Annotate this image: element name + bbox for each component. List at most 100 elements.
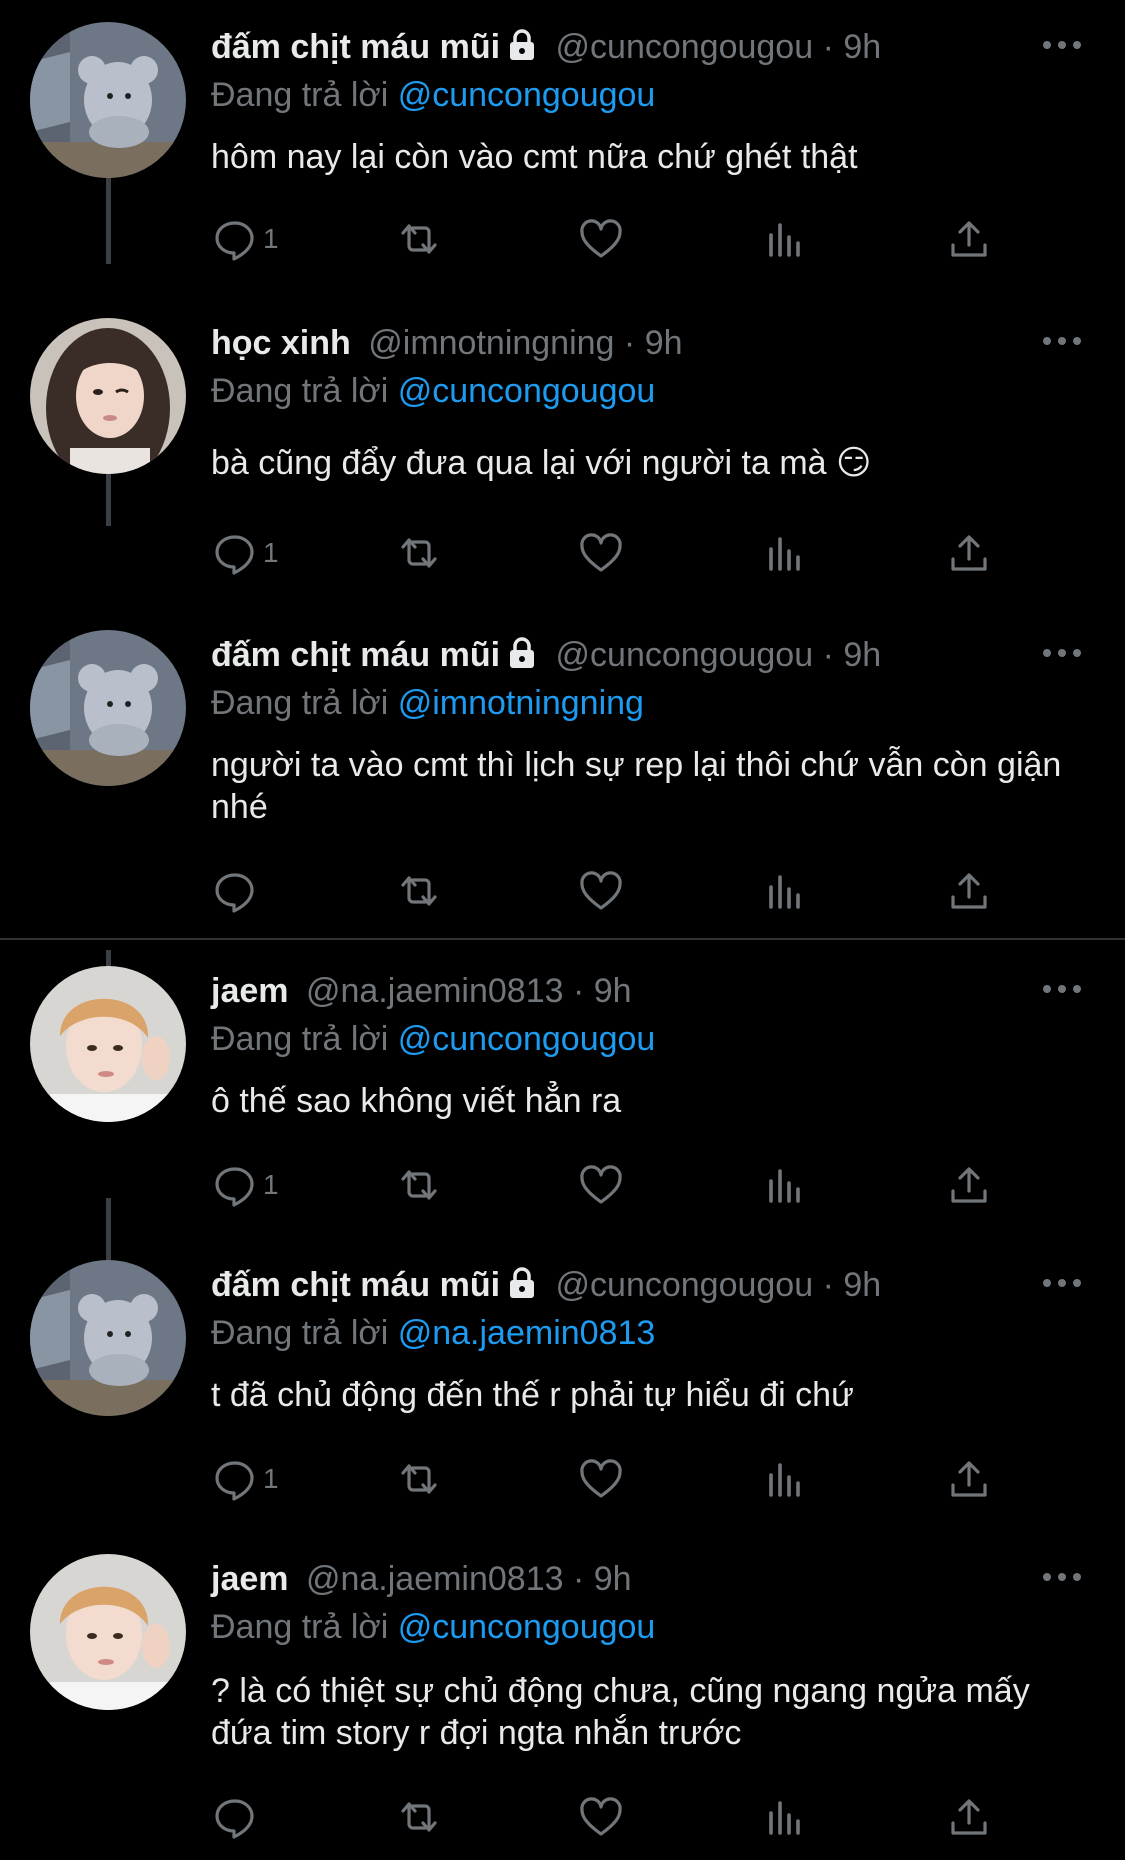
timestamp[interactable]: 9h (594, 1560, 632, 1598)
share-button[interactable] (945, 1160, 993, 1210)
tweet-text: hôm nay lại còn vào cmt nữa chứ ghét thậ… (211, 138, 858, 176)
like-button[interactable] (577, 866, 625, 916)
plush-bear-avatar-image (30, 22, 186, 178)
replying-to-label: Đang trả lời (211, 1020, 389, 1058)
retweet-icon (401, 876, 437, 906)
share-icon (951, 1167, 987, 1203)
timestamp[interactable]: 9h (594, 972, 632, 1010)
tweet-header: đấm chịt máu mũi @cuncongougou · 9h (211, 26, 1015, 68)
separator: · (822, 1266, 834, 1304)
separator: · (623, 324, 636, 362)
analytics-button[interactable] (761, 866, 809, 916)
heart-icon (580, 533, 622, 572)
share-button[interactable] (945, 528, 993, 578)
timestamp[interactable]: 9h (645, 324, 683, 362)
analytics-button[interactable] (761, 214, 809, 264)
analytics-icon (769, 1801, 800, 1835)
mention-link[interactable]: @cuncongougou (398, 76, 656, 114)
reply-count: 1 (263, 537, 279, 568)
retweet-button[interactable] (395, 1792, 443, 1842)
reply-button[interactable]: 1 (211, 1160, 279, 1210)
share-icon (951, 221, 987, 257)
separator: · (822, 28, 834, 66)
action-bar: 1 (211, 1454, 1001, 1504)
handle[interactable]: @na.jaemin0813 (306, 1560, 564, 1598)
retweet-button[interactable] (395, 1454, 443, 1504)
retweet-icon (401, 1170, 437, 1200)
handle[interactable]: @imnotningning (368, 324, 614, 362)
like-button[interactable] (577, 214, 625, 264)
replying-to-label: Đang trả lời (211, 76, 389, 114)
display-name[interactable]: đấm chịt máu mũi (211, 636, 500, 674)
tweet-header: học xinh @imnotningning · 9h (211, 322, 1015, 364)
timestamp[interactable]: 9h (843, 28, 881, 66)
reply-icon (215, 1799, 254, 1839)
retweet-button[interactable] (395, 528, 443, 578)
action-bar: 1 (211, 1160, 1001, 1210)
replying-to: Đang trả lời @imnotningning (211, 682, 644, 724)
display-name[interactable]: jaem (211, 1560, 289, 1598)
analytics-button[interactable] (761, 1792, 809, 1842)
handle[interactable]: @na.jaemin0813 (306, 972, 564, 1010)
timestamp[interactable]: 9h (843, 1266, 881, 1304)
avatar[interactable] (30, 630, 186, 786)
analytics-button[interactable] (761, 1454, 809, 1504)
share-button[interactable] (945, 866, 993, 916)
avatar[interactable] (30, 318, 186, 474)
reply-button[interactable]: 1 (211, 1454, 279, 1504)
more-options-icon[interactable] (1039, 30, 1085, 60)
replying-to-label: Đang trả lời (211, 372, 389, 410)
display-name[interactable]: đấm chịt máu mũi (211, 28, 500, 66)
reply-button[interactable]: 1 (211, 214, 279, 264)
analytics-button[interactable] (761, 528, 809, 578)
like-button[interactable] (577, 528, 625, 578)
analytics-icon (769, 537, 800, 571)
more-options-icon[interactable] (1039, 326, 1085, 356)
handle[interactable]: @cuncongougou (556, 28, 814, 66)
reply-button[interactable]: 1 (211, 528, 279, 578)
display-name[interactable]: jaem (211, 972, 289, 1010)
reply-button[interactable] (211, 1792, 259, 1842)
handle[interactable]: @cuncongougou (556, 1266, 814, 1304)
like-button[interactable] (577, 1454, 625, 1504)
more-options-icon[interactable] (1039, 638, 1085, 668)
plush-bear-avatar-image (30, 630, 186, 786)
action-bar (211, 1792, 1001, 1842)
display-name[interactable]: học xinh (211, 324, 351, 362)
mention-link[interactable]: @cuncongougou (398, 1608, 656, 1646)
share-button[interactable] (945, 1454, 993, 1504)
reply-icon (215, 535, 254, 575)
avatar[interactable] (30, 1554, 186, 1710)
retweet-button[interactable] (395, 214, 443, 264)
mention-link[interactable]: @cuncongougou (398, 372, 656, 410)
avatar[interactable] (30, 1260, 186, 1416)
display-name[interactable]: đấm chịt máu mũi (211, 1266, 500, 1304)
replying-to: Đang trả lời @cuncongougou (211, 1606, 655, 1648)
retweet-button[interactable] (395, 1160, 443, 1210)
like-button[interactable] (577, 1160, 625, 1210)
retweet-button[interactable] (395, 866, 443, 916)
share-button[interactable] (945, 214, 993, 264)
mention-link[interactable]: @imnotningning (398, 684, 644, 722)
more-options-icon[interactable] (1039, 974, 1085, 1004)
timestamp[interactable]: 9h (843, 636, 881, 674)
mention-link[interactable]: @na.jaemin0813 (398, 1314, 656, 1352)
like-button[interactable] (577, 1792, 625, 1842)
analytics-icon (769, 1463, 800, 1497)
reply-button[interactable] (211, 866, 259, 916)
avatar[interactable] (30, 22, 186, 178)
share-button[interactable] (945, 1792, 993, 1842)
lock-icon (510, 637, 535, 668)
analytics-button[interactable] (761, 1160, 809, 1210)
share-icon (951, 1799, 987, 1835)
mention-link[interactable]: @cuncongougou (398, 1020, 656, 1058)
more-options-icon[interactable] (1039, 1562, 1085, 1592)
handle[interactable]: @cuncongougou (556, 636, 814, 674)
avatar[interactable] (30, 966, 186, 1122)
analytics-icon (769, 1169, 800, 1203)
retweet-icon (401, 538, 437, 568)
retweet-icon (401, 224, 437, 254)
tweet-text: ? là có thiệt sự chủ động chưa, cũng nga… (211, 1672, 1040, 1752)
separator: · (822, 636, 834, 674)
more-options-icon[interactable] (1039, 1268, 1085, 1298)
